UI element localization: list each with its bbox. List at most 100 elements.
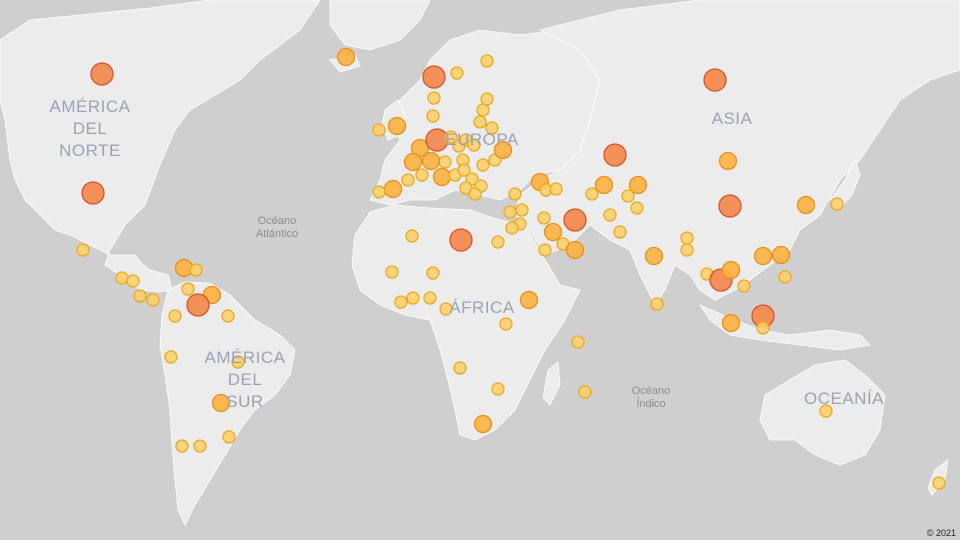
- map-bubble-marker[interactable]: [406, 291, 420, 305]
- map-bubble-marker[interactable]: [421, 151, 441, 171]
- region-label-sa-line-1: DEL: [228, 370, 263, 389]
- map-bubble-marker[interactable]: [499, 317, 513, 331]
- map-bubble-marker[interactable]: [571, 335, 585, 349]
- map-bubble-marker[interactable]: [175, 439, 189, 453]
- map-bubble-marker[interactable]: [538, 243, 552, 257]
- ocean-label-ind-line-0: Océano: [632, 385, 671, 397]
- map-bubble-marker[interactable]: [168, 309, 182, 323]
- copyright-notice: © 2021: [926, 528, 956, 538]
- map-bubble-marker[interactable]: [453, 361, 467, 375]
- map-bubble-marker[interactable]: [718, 194, 742, 218]
- map-bubble-marker[interactable]: [372, 123, 386, 137]
- map-bubble-marker[interactable]: [387, 116, 407, 136]
- map-bubble-marker[interactable]: [432, 167, 452, 187]
- ocean-label-atl-line-0: Océano: [258, 215, 297, 227]
- map-bubble-marker[interactable]: [630, 201, 644, 215]
- map-bubble-marker[interactable]: [621, 189, 635, 203]
- map-bubble-marker[interactable]: [830, 197, 844, 211]
- map-bubble-marker[interactable]: [90, 62, 114, 86]
- map-bubble-marker[interactable]: [426, 266, 440, 280]
- map-bubble-marker[interactable]: [543, 222, 563, 242]
- map-bubble-marker[interactable]: [753, 246, 773, 266]
- ocean-label-ind-line-1: Índico: [636, 397, 665, 410]
- region-label-sa-line-2: SUR: [226, 392, 263, 411]
- region-label-as-line-0: ASIA: [712, 109, 753, 128]
- region-label-af-line-0: ÁFRICA: [449, 298, 515, 317]
- map-bubble-marker[interactable]: [721, 313, 741, 333]
- map-bubble-marker[interactable]: [650, 297, 664, 311]
- map-bubble-marker[interactable]: [476, 103, 490, 117]
- map-bubble-marker[interactable]: [126, 274, 140, 288]
- map-bubble-marker[interactable]: [146, 293, 160, 307]
- map-bubble-marker[interactable]: [594, 175, 614, 195]
- map-bubble-marker[interactable]: [449, 228, 473, 252]
- map-bubble-marker[interactable]: [221, 309, 235, 323]
- map-bubble-marker[interactable]: [164, 350, 178, 364]
- map-bubble-marker[interactable]: [932, 476, 946, 490]
- map-bubble-marker[interactable]: [385, 265, 399, 279]
- region-label-na-line-1: DEL: [73, 119, 108, 138]
- map-bubble-marker[interactable]: [603, 143, 627, 167]
- map-bubble-marker[interactable]: [193, 439, 207, 453]
- map-bubble-marker[interactable]: [537, 211, 551, 225]
- map-bubble-marker[interactable]: [578, 385, 592, 399]
- map-bubble-marker[interactable]: [796, 195, 816, 215]
- map-bubble-marker[interactable]: [505, 221, 519, 235]
- map-bubble-marker[interactable]: [519, 290, 539, 310]
- map-bubble-marker[interactable]: [565, 240, 585, 260]
- map-bubble-marker[interactable]: [427, 91, 441, 105]
- map-bubble-marker[interactable]: [778, 270, 792, 284]
- map-bubble-marker[interactable]: [76, 243, 90, 257]
- map-bubble-marker[interactable]: [181, 282, 195, 296]
- map-bubble-marker[interactable]: [491, 382, 505, 396]
- map-bubble-marker[interactable]: [450, 66, 464, 80]
- map-bubble-marker[interactable]: [403, 152, 423, 172]
- map-bubble-marker[interactable]: [703, 68, 727, 92]
- map-bubble-marker[interactable]: [468, 187, 482, 201]
- map-bubble-marker[interactable]: [473, 414, 493, 434]
- map-bubble-marker[interactable]: [336, 47, 356, 67]
- map-bubble-marker[interactable]: [585, 187, 599, 201]
- map-bubble-marker[interactable]: [644, 246, 664, 266]
- map-bubble-marker[interactable]: [405, 229, 419, 243]
- map-bubble-marker[interactable]: [680, 243, 694, 257]
- map-bubble-marker[interactable]: [186, 293, 210, 317]
- map-bubble-marker[interactable]: [491, 235, 505, 249]
- map-bubble-marker[interactable]: [115, 271, 129, 285]
- region-label-na-line-2: NORTE: [59, 141, 121, 160]
- map-bubble-marker[interactable]: [401, 173, 415, 187]
- map-bubble-marker[interactable]: [476, 158, 490, 172]
- map-bubble-marker[interactable]: [756, 321, 770, 335]
- map-bubble-marker[interactable]: [503, 205, 517, 219]
- map-bubble-marker[interactable]: [222, 430, 236, 444]
- map-bubble-marker[interactable]: [415, 168, 429, 182]
- map-bubble-marker[interactable]: [718, 151, 738, 171]
- map-bubble-marker[interactable]: [563, 208, 587, 232]
- map-bubble-marker[interactable]: [438, 155, 452, 169]
- map-bubble-marker[interactable]: [394, 295, 408, 309]
- map-bubble-marker[interactable]: [422, 65, 446, 89]
- region-label-oc-line-0: OCEANÍA: [804, 389, 884, 408]
- map-bubble-marker[interactable]: [680, 231, 694, 245]
- map-bubble-marker[interactable]: [603, 208, 617, 222]
- map-bubble-marker[interactable]: [480, 54, 494, 68]
- map-bubble-marker[interactable]: [508, 187, 522, 201]
- world-map[interactable]: AMÉRICA DEL NORTE AMÉRICA DEL SUR EUROPA ÁFRICA…: [0, 0, 960, 540]
- map-bubble-marker[interactable]: [771, 245, 791, 265]
- map-bubble-marker[interactable]: [189, 263, 203, 277]
- map-bubble-marker[interactable]: [81, 181, 105, 205]
- region-label-eu-line-0: EUROPA: [445, 130, 519, 149]
- map-bubble-marker[interactable]: [426, 109, 440, 123]
- map-bubble-marker[interactable]: [383, 179, 403, 199]
- map-bubble-marker[interactable]: [515, 203, 529, 217]
- map-bubble-marker[interactable]: [133, 289, 147, 303]
- map-bubble-marker[interactable]: [480, 92, 494, 106]
- map-bubble-marker[interactable]: [549, 182, 563, 196]
- map-bubble-marker[interactable]: [613, 225, 627, 239]
- map-bubble-marker[interactable]: [473, 115, 487, 129]
- ocean-label-atl-line-1: Atlántico: [256, 228, 298, 240]
- map-bubble-marker[interactable]: [372, 185, 386, 199]
- map-bubble-marker[interactable]: [423, 291, 437, 305]
- map-bubble-marker[interactable]: [721, 260, 741, 280]
- map-bubble-marker[interactable]: [737, 279, 751, 293]
